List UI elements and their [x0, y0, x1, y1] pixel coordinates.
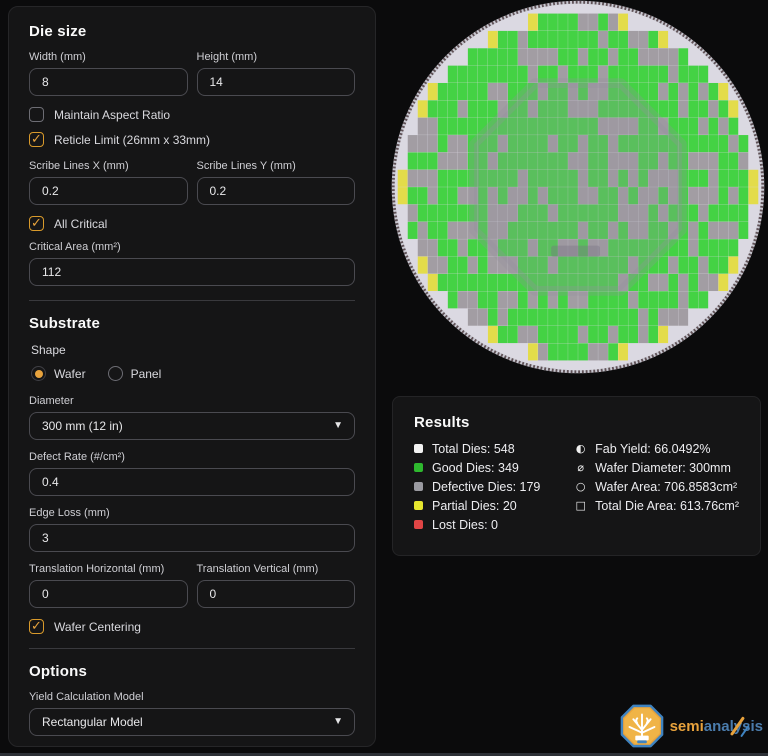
- scribe-y-label: Scribe Lines Y (mm): [197, 160, 356, 172]
- maintain-aspect-ratio-row[interactable]: Maintain Aspect Ratio: [29, 107, 355, 122]
- width-label: Width (mm): [29, 51, 188, 63]
- diameter-value: 300 mm (12 in): [42, 419, 123, 433]
- yield-model-label: Yield Calculation Model: [29, 691, 355, 703]
- yield-model-value: Rectangular Model: [42, 715, 143, 729]
- translation-vertical-label: Translation Vertical (mm): [197, 563, 356, 575]
- all-critical-label: All Critical: [54, 217, 107, 231]
- scribe-y-input[interactable]: [197, 177, 356, 205]
- wafer-radio-label: Wafer: [54, 367, 86, 381]
- legend-text: Fab Yield: 66.0492%: [595, 442, 710, 456]
- legend-text: Defective Dies: 179: [432, 480, 540, 494]
- chevron-down-icon: ▼: [333, 420, 343, 431]
- die-color-swatch: [414, 444, 423, 453]
- legend-item: □ Total Die Area: 613.76cm²: [575, 499, 739, 512]
- shape-option-wafer[interactable]: Wafer: [31, 366, 86, 381]
- legend-item: Lost Dies: 0: [414, 518, 575, 531]
- wafer-centering-row[interactable]: Wafer Centering: [29, 619, 355, 634]
- legend-item: ○ Wafer Area: 706.8583cm²: [575, 480, 739, 493]
- options-title: Options: [29, 663, 355, 680]
- scribe-x-input[interactable]: [29, 177, 188, 205]
- legend-text: Total Dies: 548: [432, 442, 515, 456]
- controls-panel: Die size Width (mm) Height (mm) Maintain…: [8, 6, 376, 747]
- die-color-swatch: [414, 463, 423, 472]
- logo-text-analysis: analysis: [704, 718, 763, 735]
- die-color-swatch: [414, 520, 423, 529]
- results-title: Results: [414, 414, 739, 431]
- shape-option-panel[interactable]: Panel: [108, 366, 162, 381]
- all-critical-row[interactable]: All Critical: [29, 216, 355, 231]
- semianalysis-logo[interactable]: semianalysis: [619, 703, 763, 749]
- legend-item: Total Dies: 548: [414, 442, 575, 455]
- panel-radio[interactable]: [108, 366, 123, 381]
- square-outline-icon: □: [575, 499, 586, 512]
- critical-area-label: Critical Area (mm²): [29, 241, 355, 253]
- defect-rate-label: Defect Rate (#/cm²): [29, 451, 355, 463]
- legend-item: Partial Dies: 20: [414, 499, 575, 512]
- edge-loss-input[interactable]: [29, 524, 355, 552]
- legend-text: Wafer Diameter: 300mm: [595, 461, 731, 475]
- shape-radio-group: Wafer Panel: [31, 366, 355, 381]
- panel-radio-label: Panel: [131, 367, 162, 381]
- legend-item: Defective Dies: 179: [414, 480, 575, 493]
- divider: [29, 648, 355, 649]
- scribe-x-label: Scribe Lines X (mm): [29, 160, 188, 172]
- legend-item: ◐ Fab Yield: 66.0492%: [575, 442, 739, 455]
- results-col-right: ◐ Fab Yield: 66.0492% ⌀ Wafer Diameter: 300…: [575, 442, 739, 531]
- defect-rate-input[interactable]: [29, 468, 355, 496]
- diameter-icon: ⌀: [575, 461, 586, 474]
- legend-text: Partial Dies: 20: [432, 499, 517, 513]
- wafer-centering-label: Wafer Centering: [54, 620, 141, 634]
- edge-loss-label: Edge Loss (mm): [29, 507, 355, 519]
- translation-horizontal-label: Translation Horizontal (mm): [29, 563, 188, 575]
- yield-model-select[interactable]: Rectangular Model ▼: [29, 708, 355, 736]
- semianalysis-wordmark: semianalysis: [670, 718, 763, 735]
- reticle-limit-checkbox[interactable]: [29, 132, 44, 147]
- half-circle-icon: ◐: [575, 442, 586, 455]
- legend-item: Good Dies: 349: [414, 461, 575, 474]
- die-color-swatch: [414, 482, 423, 491]
- height-input[interactable]: [197, 68, 356, 96]
- circle-outline-icon: ○: [575, 480, 586, 493]
- wafer-centering-checkbox[interactable]: [29, 619, 44, 634]
- wafer-map-container: [391, 0, 765, 374]
- translation-horizontal-input[interactable]: [29, 580, 188, 608]
- all-critical-checkbox[interactable]: [29, 216, 44, 231]
- divider: [29, 300, 355, 301]
- die-color-swatch: [414, 501, 423, 510]
- die-size-title: Die size: [29, 23, 355, 40]
- width-input[interactable]: [29, 68, 188, 96]
- results-panel: Results Total Dies: 548 Good Dies: 349 Def…: [392, 396, 761, 556]
- wafer-map: [391, 0, 765, 374]
- legend-item: ⌀ Wafer Diameter: 300mm: [575, 461, 739, 474]
- reticle-limit-row[interactable]: Reticle Limit (26mm x 33mm): [29, 132, 355, 147]
- maintain-aspect-ratio-label: Maintain Aspect Ratio: [54, 108, 170, 122]
- results-col-left: Total Dies: 548 Good Dies: 349 Defective D…: [414, 442, 575, 531]
- maintain-aspect-ratio-checkbox[interactable]: [29, 107, 44, 122]
- critical-area-input[interactable]: [29, 258, 355, 286]
- chevron-down-icon: ▼: [333, 716, 343, 727]
- legend-text: Lost Dies: 0: [432, 518, 498, 532]
- logo-text-semi: semi: [670, 718, 704, 735]
- height-label: Height (mm): [197, 51, 356, 63]
- logo-slash2-icon: [740, 724, 750, 737]
- wafer-radio[interactable]: [31, 366, 46, 381]
- legend-text: Wafer Area: 706.8583cm²: [595, 480, 737, 494]
- reticle-limit-label: Reticle Limit (26mm x 33mm): [54, 133, 210, 147]
- translation-vertical-input[interactable]: [197, 580, 356, 608]
- diameter-select[interactable]: 300 mm (12 in) ▼: [29, 412, 355, 440]
- diameter-label: Diameter: [29, 395, 355, 407]
- legend-text: Total Die Area: 613.76cm²: [595, 499, 739, 513]
- legend-text: Good Dies: 349: [432, 461, 519, 475]
- semianalysis-tree-icon: [619, 703, 665, 749]
- shape-label: Shape: [31, 343, 355, 357]
- substrate-title: Substrate: [29, 315, 355, 332]
